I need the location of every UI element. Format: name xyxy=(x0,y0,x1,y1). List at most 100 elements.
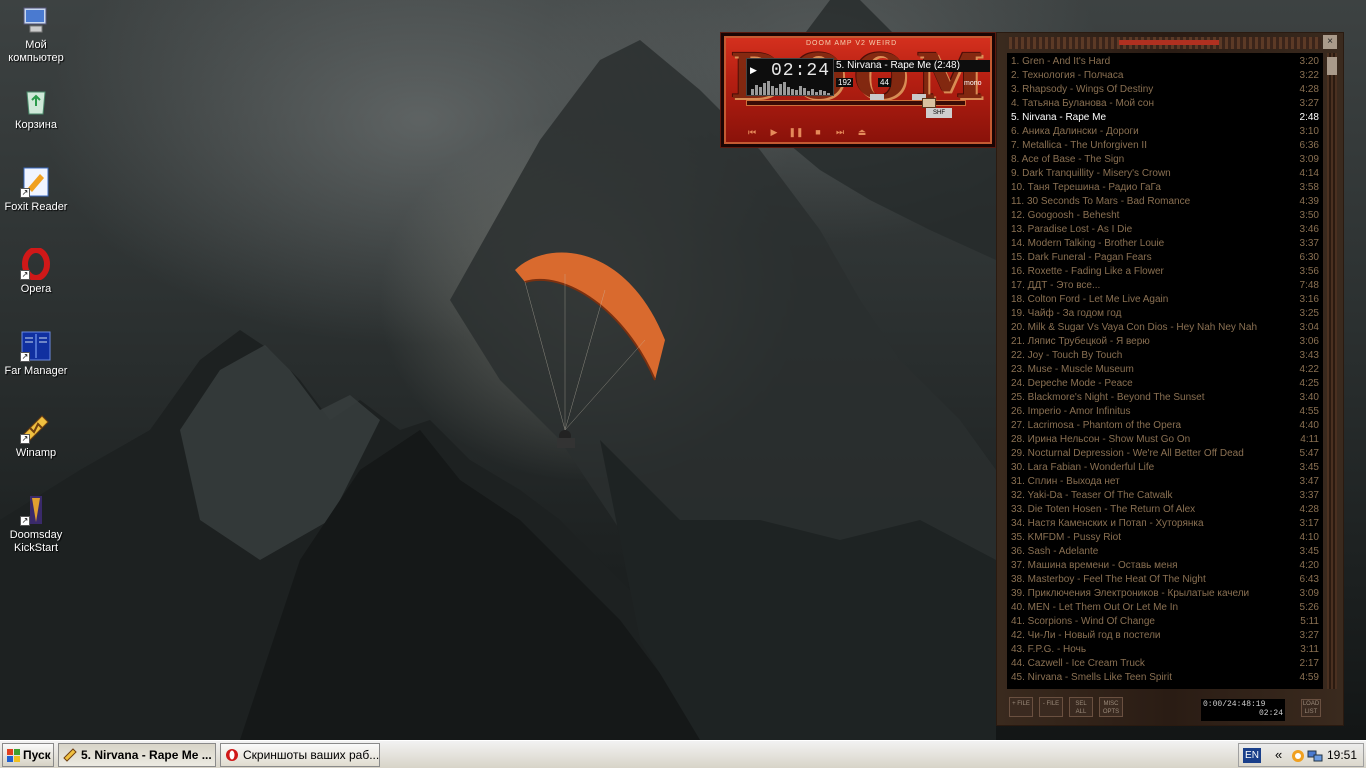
desktop-icon-my-computer[interactable]: Мой компьютер xyxy=(0,4,72,65)
show-hidden-icons-icon[interactable]: « xyxy=(1275,747,1282,762)
playlist-item[interactable]: 43. F.P.G. - Ночь 3:11 xyxy=(1009,643,1321,657)
playlist-item-duration: 3:46 xyxy=(1299,224,1319,235)
playlist-item[interactable]: 6. Аника Далински - Дороги 3:10 xyxy=(1009,125,1321,139)
playlist-item[interactable]: 42. Чи-Ли - Новый год в постели 3:27 xyxy=(1009,629,1321,643)
tray-app-icon[interactable] xyxy=(1291,749,1305,763)
eject-button[interactable]: ⏏ xyxy=(854,126,870,138)
add-file-button[interactable]: + FILE xyxy=(1009,697,1033,717)
playlist-item[interactable]: 33. Die Toten Hosen - The Return Of Alex… xyxy=(1009,503,1321,517)
playlist-item[interactable]: 31. Сплин - Выхода нет 3:47 xyxy=(1009,475,1321,489)
remove-file-button[interactable]: - FILE xyxy=(1039,697,1063,717)
playlist-item-duration: 3:11 xyxy=(1300,644,1319,655)
prev-button[interactable]: ⏮ xyxy=(744,126,760,138)
pause-button[interactable]: ❚❚ xyxy=(788,126,804,138)
playlist-list[interactable]: 1. Gren - And It's Hard 3:20 2. Технология… xyxy=(1007,53,1323,689)
clock[interactable]: 19:51 xyxy=(1327,748,1357,762)
playlist-item[interactable]: 38. Masterboy - Feel The Heat Of The Nig… xyxy=(1009,573,1321,587)
network-icon[interactable] xyxy=(1307,749,1323,763)
playlist-item[interactable]: 24. Depeche Mode - Peace 4:25 xyxy=(1009,377,1321,391)
playlist-item[interactable]: 28. Ирина Нельсон - Show Must Go On 4:11 xyxy=(1009,433,1321,447)
desktop-icon-foxit[interactable]: ↗ Foxit Reader xyxy=(0,166,72,214)
shortcut-arrow-icon: ↗ xyxy=(20,516,30,526)
playlist-item[interactable]: 25. Blackmore's Night - Beyond The Sunse… xyxy=(1009,391,1321,405)
playlist-item[interactable]: 15. Dark Funeral - Pagan Fears 6:30 xyxy=(1009,251,1321,265)
playlist-item[interactable]: 14. Modern Talking - Brother Louie 3:37 xyxy=(1009,237,1321,251)
next-button[interactable]: ⏭ xyxy=(832,126,848,138)
playlist-item[interactable]: 41. Scorpions - Wind Of Change 5:11 xyxy=(1009,615,1321,629)
playlist-item-title: 17. ДДТ - Это все... xyxy=(1011,280,1101,291)
task-winamp[interactable]: 5. Nirvana - Rape Me ... xyxy=(58,743,216,767)
playlist-item[interactable]: 8. Ace of Base - The Sign 3:09 xyxy=(1009,153,1321,167)
playlist-titlebar[interactable] xyxy=(1009,37,1321,49)
playlist-item[interactable]: 44. Cazwell - Ice Cream Truck 2:17 xyxy=(1009,657,1321,671)
misc-options-button[interactable]: MISC OPTS xyxy=(1099,697,1123,717)
playlist-item[interactable]: 7. Metallica - The Unforgiven II 6:36 xyxy=(1009,139,1321,153)
playlist-item[interactable]: 45. Nirvana - Smells Like Teen Spirit 4:5… xyxy=(1009,671,1321,685)
play-button[interactable]: ▶ xyxy=(766,126,782,138)
playlist-item[interactable]: 36. Sash - Adelante 3:45 xyxy=(1009,545,1321,559)
task-opera[interactable]: Скриншоты ваших раб... xyxy=(220,743,380,767)
playlist-item-duration: 4:22 xyxy=(1299,364,1319,375)
playlist-item[interactable]: 40. MEN - Let Them Out Or Let Me In 5:26 xyxy=(1009,601,1321,615)
winamp-main-window[interactable]: DOOM DOOM AMP V2 WEIRD ▶ 02:24 5. Nirvan… xyxy=(720,32,996,148)
select-all-button[interactable]: SEL ALL xyxy=(1069,697,1093,717)
playlist-item[interactable]: 9. Dark Tranquillity - Misery's Crown 4:1… xyxy=(1009,167,1321,181)
scrollbar-thumb[interactable] xyxy=(1327,57,1337,75)
playlist-item[interactable]: 3. Rhapsody - Wings Of Destiny 4:28 xyxy=(1009,83,1321,97)
visualizer-bar xyxy=(787,87,790,95)
playlist-item[interactable]: 21. Ляпис Трубецкой - Я верю 3:06 xyxy=(1009,335,1321,349)
playlist-item[interactable]: 22. Joy - Touch By Touch 3:43 xyxy=(1009,349,1321,363)
playlist-item[interactable]: 19. Чайф - За годом год 3:25 xyxy=(1009,307,1321,321)
playlist-item[interactable]: 16. Roxette - Fading Like a Flower 3:56 xyxy=(1009,265,1321,279)
playlist-item[interactable]: 34. Настя Каменских и Потап - Хуторянка 3… xyxy=(1009,517,1321,531)
playlist-item[interactable]: 39. Приключения Электроников - Крылатые … xyxy=(1009,587,1321,601)
desktop-icon-doomsday[interactable]: ↗ Doomsday KickStart xyxy=(0,494,72,555)
playlist-item-title: 23. Muse - Muscle Museum xyxy=(1011,364,1134,375)
playlist-item[interactable]: 23. Muse - Muscle Museum 4:22 xyxy=(1009,363,1321,377)
shuffle-button[interactable]: SHF xyxy=(926,108,952,118)
playlist-item-title: 39. Приключения Электроников - Крылатые … xyxy=(1011,588,1250,599)
playlist-item-title: 34. Настя Каменских и Потап - Хуторянка xyxy=(1011,518,1204,529)
playlist-item[interactable]: 4. Татьяна Буланова - Мой сон 3:27 xyxy=(1009,97,1321,111)
desktop-icon-recycle-bin[interactable]: Корзина xyxy=(0,84,72,132)
elapsed-time[interactable]: 02:24 xyxy=(771,61,830,81)
playlist-item-title: 7. Metallica - The Unforgiven II xyxy=(1011,140,1147,151)
playlist-item[interactable]: 11. 30 Seconds To Mars - Bad Romance 4:39 xyxy=(1009,195,1321,209)
playlist-item[interactable]: 18. Colton Ford - Let Me Live Again 3:16 xyxy=(1009,293,1321,307)
playlist-item[interactable]: 12. Googoosh - Behesht 3:50 xyxy=(1009,209,1321,223)
close-icon[interactable]: × xyxy=(1323,35,1337,49)
stop-button[interactable]: ■ xyxy=(810,126,826,138)
playlist-item[interactable]: 5. Nirvana - Rape Me 2:48 xyxy=(1009,111,1321,125)
playlist-item[interactable]: 1. Gren - And It's Hard 3:20 xyxy=(1009,55,1321,69)
playlist-item-title: 9. Dark Tranquillity - Misery's Crown xyxy=(1011,168,1171,179)
playlist-item[interactable]: 2. Технология - Полчаса 3:22 xyxy=(1009,69,1321,83)
winamp-playlist-window[interactable]: × 1. Gren - And It's Hard 3:20 2. Технолог… xyxy=(996,32,1344,726)
playlist-item-title: 8. Ace of Base - The Sign xyxy=(1011,154,1125,165)
start-button[interactable]: Пуск xyxy=(2,743,54,767)
seek-bar[interactable] xyxy=(746,98,966,108)
playlist-item-duration: 3:27 xyxy=(1299,630,1319,641)
playlist-item-title: 28. Ирина Нельсон - Show Must Go On xyxy=(1011,434,1191,445)
desktop-icon-opera[interactable]: ↗ Opera xyxy=(0,247,72,296)
desktop-icon-winamp[interactable]: ↗ Winamp xyxy=(0,412,72,460)
playlist-item[interactable]: 13. Paradise Lost - As I Die 3:46 xyxy=(1009,223,1321,237)
spectrum-visualizer[interactable] xyxy=(751,81,830,95)
desktop-icon-label: Мой компьютер xyxy=(8,39,64,64)
desktop-icon-label: Корзина xyxy=(15,119,57,131)
playlist-item[interactable]: 37. Машина времени - Оставь меня 4:20 xyxy=(1009,559,1321,573)
playlist-item[interactable]: 29. Nocturnal Depression - We're All Bet… xyxy=(1009,447,1321,461)
playlist-item[interactable]: 35. KMFDM - Pussy Riot 4:10 xyxy=(1009,531,1321,545)
desktop-icon-far-manager[interactable]: ↗ Far Manager xyxy=(0,330,72,378)
playlist-item[interactable]: 27. Lacrimosa - Phantom of the Opera 4:40 xyxy=(1009,419,1321,433)
playlist-item[interactable]: 30. Lara Fabian - Wonderful Life 3:45 xyxy=(1009,461,1321,475)
playlist-item[interactable]: 20. Milk & Sugar Vs Vaya Con Dios - Hey … xyxy=(1009,321,1321,335)
playlist-scrollbar[interactable] xyxy=(1327,53,1337,689)
playlist-item[interactable]: 32. Yaki-Da - Teaser Of The Catwalk 3:37 xyxy=(1009,489,1321,503)
playlist-item[interactable]: 10. Таня Терешина - Радио ГаГа 3:58 xyxy=(1009,181,1321,195)
load-list-button[interactable]: LOAD LIST xyxy=(1301,699,1321,717)
playlist-item[interactable]: 26. Imperio - Amor Infinitus 4:55 xyxy=(1009,405,1321,419)
seek-knob[interactable] xyxy=(922,98,936,108)
playlist-item[interactable]: 17. ДДТ - Это все... 7:48 xyxy=(1009,279,1321,293)
language-indicator[interactable]: EN xyxy=(1243,748,1261,763)
playlist-item-title: 32. Yaki-Da - Teaser Of The Catwalk xyxy=(1011,490,1173,501)
